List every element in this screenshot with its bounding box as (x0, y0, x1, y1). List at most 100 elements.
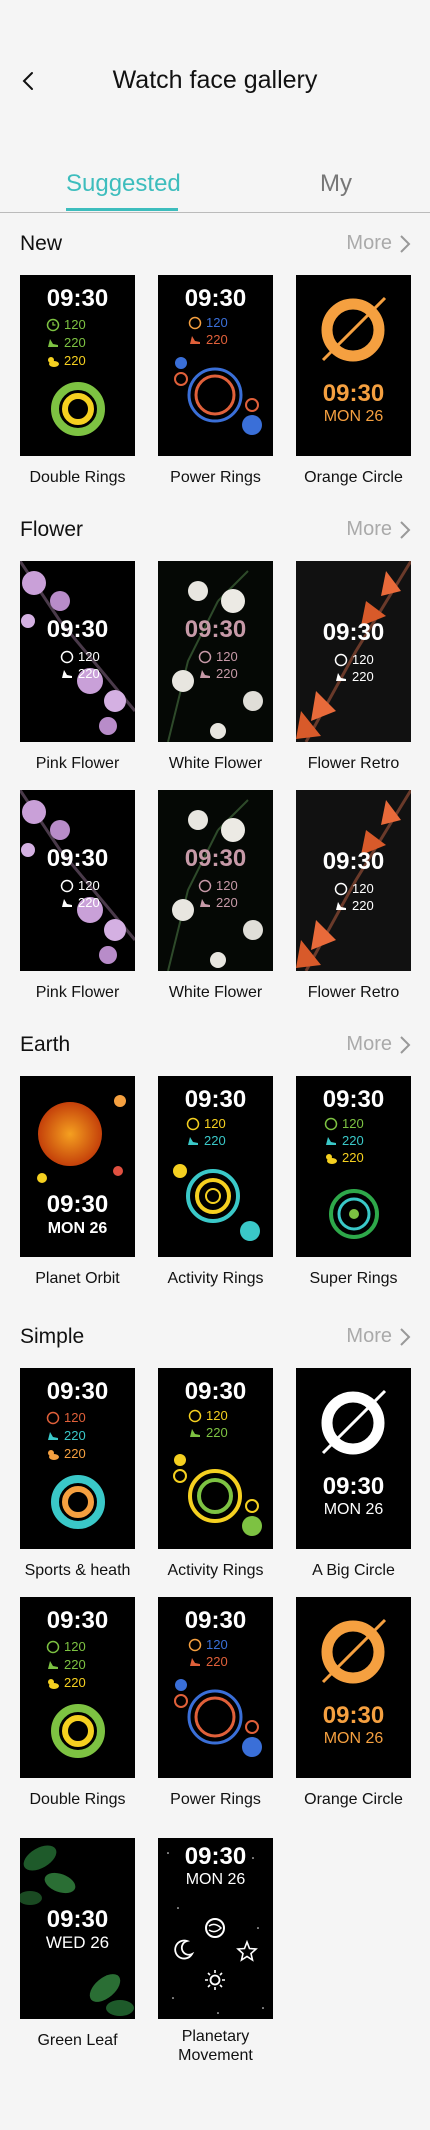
watchface-label: White Flower (168, 984, 263, 1001)
watchface-card[interactable]: 09:30 MON 26 Orange Circle (296, 1597, 411, 1809)
watch-time: 09:30 (46, 845, 109, 872)
steps-stat: 120 (334, 881, 374, 896)
watchface-card[interactable]: 09:30 120 220 Power Rings (158, 1597, 273, 1809)
calorie-stat: 220 (198, 666, 238, 681)
big-circle-graphic (321, 1389, 387, 1455)
shoe-icon (336, 901, 346, 910)
clock-icon (334, 882, 348, 895)
chevron-right-icon (400, 520, 411, 539)
double-rings-graphic (51, 382, 105, 436)
watchface-label: Super Rings (309, 1270, 398, 1287)
watchface-card[interactable]: 09:30 120 220 Activity Rings (158, 1076, 273, 1288)
watch-date: WED 26 (45, 1933, 110, 1952)
stat-value: 220 (204, 1133, 226, 1148)
watchface-thumbnail: 09:30 120 220 (158, 1597, 273, 1778)
watchface-card[interactable]: 09:30 120 220 Pink Flower (20, 561, 135, 773)
steps-stat: 120 (324, 1116, 364, 1131)
watchface-card[interactable]: 09:30 WED 26 Green Leaf (20, 1838, 135, 2050)
watch-time: 09:30 (184, 285, 247, 312)
section-title-flower: Flower (20, 518, 84, 541)
steps-stat: 120 (188, 1408, 228, 1423)
watch-time: 09:30 (46, 1191, 109, 1218)
calorie-stat: 220 (334, 669, 374, 684)
watchface-label: Planetary Movement (178, 2028, 253, 2064)
watchface-card[interactable]: 09:30 120 220 White Flower (158, 561, 273, 773)
watchface-thumbnail: 09:30 120 220 (296, 790, 411, 971)
sun-icon (205, 1970, 225, 1990)
tab-bar: Suggested My (0, 170, 430, 214)
watchface-label: Double Rings (29, 1791, 126, 1808)
watchface-card[interactable]: 09:30 120 220 220 Super Rings (296, 1076, 411, 1288)
clock-icon (198, 650, 212, 663)
watch-time: 09:30 (322, 1473, 385, 1500)
stat-value: 220 (64, 1675, 86, 1690)
sports-rings-graphic (51, 1475, 105, 1529)
watchface-card[interactable]: 09:30 120 220 Flower Retro (296, 561, 411, 773)
tab-suggested[interactable]: Suggested (66, 170, 181, 198)
super-rings-graphic (329, 1189, 379, 1239)
watchface-card[interactable]: 09:30 MON 26 Orange Circle (296, 275, 411, 487)
watchface-card[interactable]: 09:30 120 220 Power Rings (158, 275, 273, 487)
watchface-card[interactable]: 09:30 MON 26 Planet Orbit (20, 1076, 135, 1288)
steps-stat: 120 (46, 1410, 86, 1425)
watchface-card[interactable]: 09:30 120 220 220 Sports & heath (20, 1368, 135, 1580)
watchface-thumbnail: 09:30 MON 26 (296, 1368, 411, 1549)
watchface-thumbnail: 09:30 120 220 (296, 561, 411, 742)
stat-value: 120 (216, 649, 238, 664)
watchface-thumbnail: 09:30 120 220 (20, 790, 135, 971)
clock-icon (334, 653, 348, 666)
watchface-card[interactable]: 09:30 120 220 Pink Flower (20, 790, 135, 1002)
shoe-icon (48, 338, 58, 347)
tab-active-indicator (66, 208, 178, 211)
stat-value: 220 (216, 895, 238, 910)
watchface-thumbnail: 09:30 MON 26 (296, 1597, 411, 1778)
weather-icon (326, 1153, 337, 1164)
weather-stat: 220 (324, 1150, 364, 1165)
watchface-card[interactable]: 09:30 120 220 Activity Rings (158, 1368, 273, 1580)
power-rings-graphic (174, 1679, 262, 1757)
weather-stat: 220 (46, 1675, 86, 1690)
watchface-thumbnail: 09:30 120 220 (158, 275, 273, 456)
stat-value: 220 (64, 1446, 86, 1461)
watch-time: 09:30 (46, 616, 109, 643)
clock-icon (188, 1638, 202, 1651)
steps-stat: 120 (198, 649, 238, 664)
watchface-card[interactable]: 09:30 120 220 220 Double Rings (20, 1597, 135, 1809)
watch-time: 09:30 (322, 1086, 385, 1113)
clock-icon (198, 879, 212, 892)
stat-value: 120 (204, 1116, 226, 1131)
watchface-card[interactable]: 09:30 120 220 220 Double Rings (20, 275, 135, 487)
watch-time: 09:30 (184, 1378, 247, 1405)
watchface-card[interactable]: 09:30 120 220 White Flower (158, 790, 273, 1002)
watchface-card[interactable]: 09:30 MON 26 A Big Circle (296, 1368, 411, 1580)
stat-value: 120 (64, 317, 86, 332)
watchface-card[interactable]: 09:30 MON 26 Planetary Movement (158, 1838, 273, 2065)
stat-value: 220 (78, 666, 100, 681)
tab-my[interactable]: My (320, 170, 352, 198)
clock-icon (324, 1117, 338, 1130)
clock-icon (60, 879, 74, 892)
stat-value: 220 (78, 895, 100, 910)
weather-stat: 220 (46, 353, 86, 368)
more-simple-button[interactable]: More (346, 1325, 412, 1348)
more-new-button[interactable]: More (346, 232, 412, 255)
calorie-stat: 220 (186, 1133, 226, 1148)
more-flower-button[interactable]: More (346, 518, 412, 541)
calorie-stat: 220 (198, 895, 238, 910)
watchface-label: Pink Flower (35, 755, 120, 772)
watchface-thumbnail: 09:30 120 220 (158, 1076, 273, 1257)
chevron-right-icon (400, 1327, 411, 1346)
shoe-icon (48, 1660, 58, 1669)
watchface-thumbnail: 09:30 120 220 (20, 561, 135, 742)
stat-value: 220 (64, 1657, 86, 1672)
watchface-thumbnail: 09:30 120 220 220 (20, 1597, 135, 1778)
watch-date: MON 26 (47, 1220, 108, 1237)
star-icon (236, 1940, 258, 1962)
watch-time: 09:30 (184, 616, 247, 643)
calorie-stat: 220 (46, 335, 86, 350)
more-earth-button[interactable]: More (346, 1033, 412, 1056)
watchface-label: Flower Retro (307, 984, 400, 1001)
more-label: More (346, 518, 392, 540)
weather-stat: 220 (46, 1446, 86, 1461)
watchface-card[interactable]: 09:30 120 220 Flower Retro (296, 790, 411, 1002)
